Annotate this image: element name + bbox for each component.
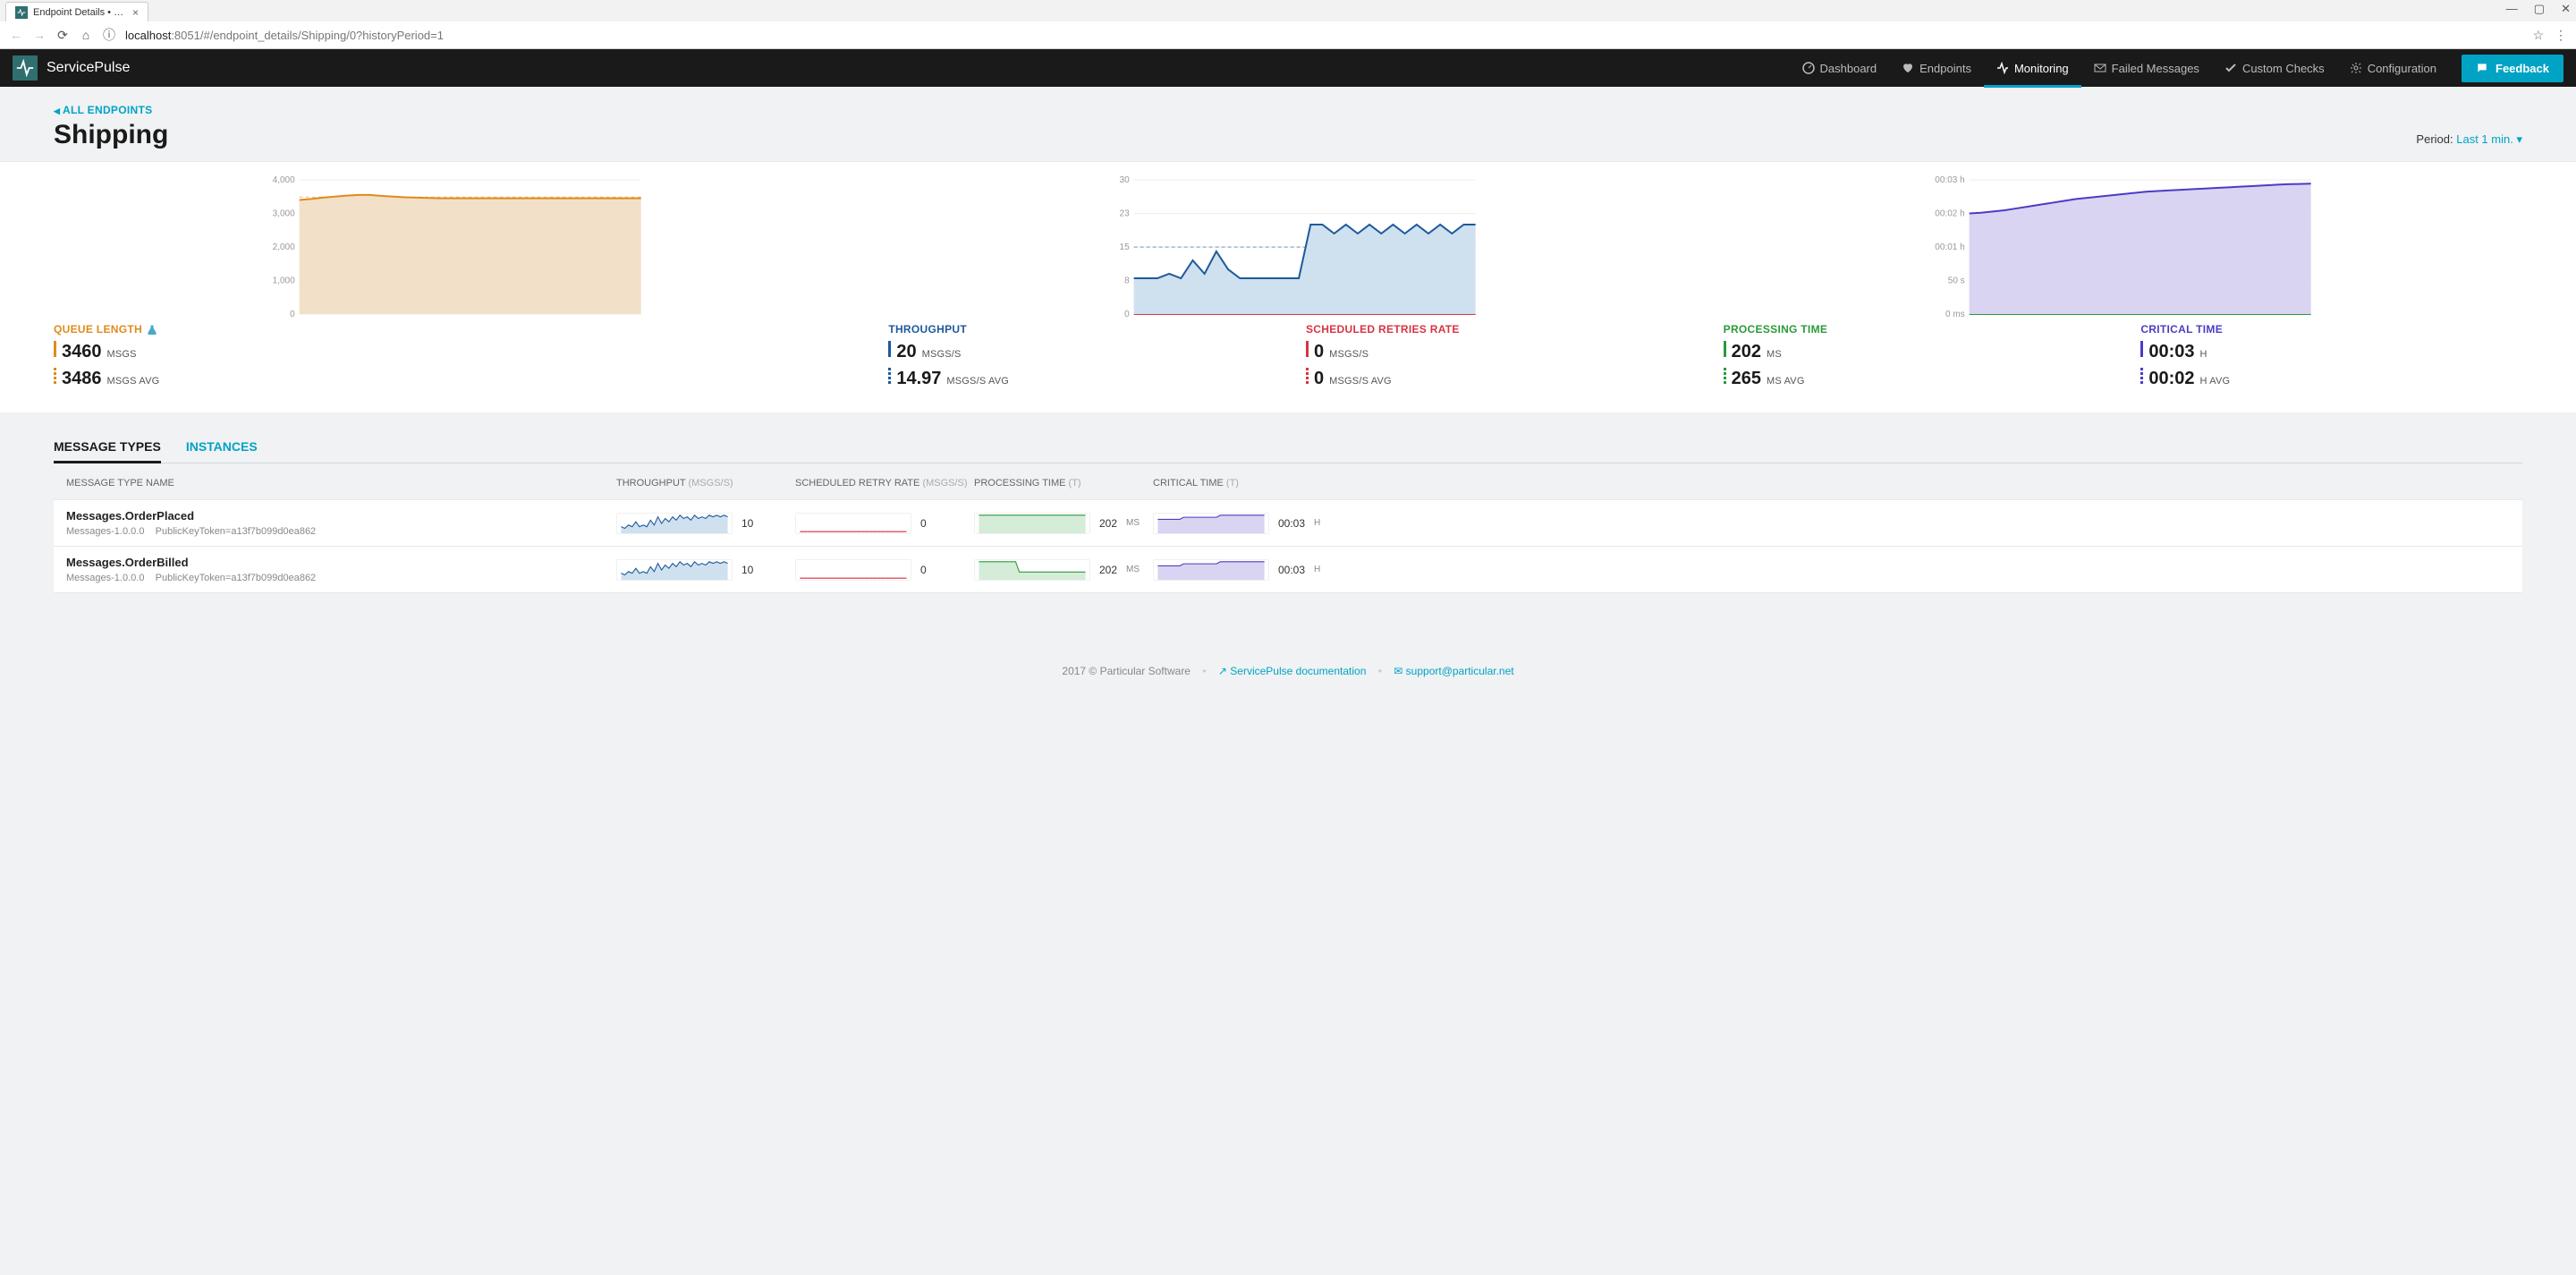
external-link-icon: ↗: [1218, 665, 1227, 677]
reload-icon[interactable]: ⟳: [55, 28, 70, 43]
svg-text:00:02 h: 00:02 h: [1935, 209, 1964, 219]
metric-queue-length: QUEUE LENGTH 3460MSGS 3486MSGS AVG: [54, 323, 852, 389]
comment-icon: [2476, 62, 2488, 74]
nav-item-configuration[interactable]: Configuration: [2337, 49, 2449, 87]
metric-throughput: THROUGHPUT 20MSGS/S 14.97MSGS/S AVG: [888, 323, 1270, 389]
cell-throughput: 10: [616, 513, 795, 534]
browser-chrome: — ▢ ✕ Endpoint Details • Servic × ← → ⟳ …: [0, 0, 2576, 49]
brand[interactable]: ServicePulse: [13, 55, 130, 81]
charts-section: 0 1,000 2,000 3,000 4,000 QUEUE LENGTH 3460M…: [0, 161, 2576, 412]
page-title: Shipping: [54, 120, 168, 150]
heart-icon: [1902, 62, 1914, 74]
tab-message-types[interactable]: MESSAGE TYPES: [54, 439, 161, 463]
menu-icon[interactable]: ⋮: [2555, 28, 2567, 43]
close-icon[interactable]: ✕: [2561, 2, 2571, 16]
svg-text:00:03 h: 00:03 h: [1935, 175, 1964, 185]
page-header: ALL ENDPOINTS Shipping Period: Last 1 mi…: [0, 87, 2576, 161]
metric-processing-time: PROCESSING TIME 202MS 265MS AVG: [1724, 323, 2106, 389]
gear-icon: [2350, 62, 2362, 74]
browser-addressbar: ← → ⟳ ⌂ ⓘ localhost:8051/#/endpoint_deta…: [0, 21, 2576, 48]
chevron-down-icon: ▾: [2516, 132, 2522, 146]
maximize-icon[interactable]: ▢: [2534, 2, 2545, 16]
svg-text:0 ms: 0 ms: [1945, 310, 1965, 319]
cell-processing: 202 MS: [974, 559, 1153, 581]
detail-section: MESSAGE TYPES INSTANCES MESSAGE TYPE NAM…: [0, 412, 2576, 629]
table-header: MESSAGE TYPE NAME THROUGHPUT (MSGS/S) SC…: [54, 463, 2522, 500]
footer: 2017 © Particular Software • ↗ ServicePu…: [0, 629, 2576, 695]
feedback-label: Feedback: [2496, 62, 2549, 75]
row-name: Messages.OrderBilled: [66, 556, 616, 569]
period-selector[interactable]: Period: Last 1 min. ▾: [2416, 132, 2522, 147]
nav-item-custom-checks[interactable]: Custom Checks: [2212, 49, 2337, 87]
tab-favicon: [15, 6, 28, 19]
app-header: ServicePulse DashboardEndpointsMonitorin…: [0, 49, 2576, 87]
star-icon[interactable]: ☆: [2532, 28, 2544, 43]
cell-critical: 00:03 H: [1153, 559, 1332, 581]
cell-retries: 0: [795, 513, 974, 534]
svg-text:2,000: 2,000: [273, 242, 295, 252]
cell-throughput: 10: [616, 559, 795, 581]
cell-retries: 0: [795, 559, 974, 581]
chart-throughput-retries: 08152330 THROUGHPUT 20MSGS/S 14.97MSGS/S…: [888, 180, 1687, 389]
svg-text:1,000: 1,000: [273, 276, 295, 286]
svg-text:00:01 h: 00:01 h: [1935, 242, 1964, 252]
chart-queue: 01,0002,0003,0004,000 QUEUE LENGTH 3460M…: [54, 180, 852, 389]
row-name: Messages.OrderPlaced: [66, 509, 616, 523]
tab-close-icon[interactable]: ×: [132, 6, 139, 19]
back-link[interactable]: ALL ENDPOINTS: [54, 104, 152, 116]
dashboard-icon: [1802, 62, 1815, 74]
chart-proc-crit: 0 ms50 s00:01 h00:02 h00:03 h PROCESSING…: [1724, 180, 2522, 389]
flask-icon: [147, 324, 157, 335]
mail-icon: [2094, 62, 2106, 74]
nav-item-failed-messages[interactable]: Failed Messages: [2081, 49, 2212, 87]
svg-text:15: 15: [1120, 242, 1131, 252]
doc-link[interactable]: ↗ ServicePulse documentation: [1218, 665, 1369, 677]
table-row[interactable]: Messages.OrderPlacedMessages-1.0.0.0 Pub…: [54, 500, 2522, 547]
minimize-icon[interactable]: —: [2506, 2, 2518, 16]
back-icon[interactable]: ←: [9, 28, 23, 42]
cell-critical: 00:03 H: [1153, 513, 1332, 534]
browser-tab[interactable]: Endpoint Details • Servic ×: [5, 2, 148, 21]
svg-text:23: 23: [1120, 209, 1131, 219]
cell-processing: 202 MS: [974, 513, 1153, 534]
brand-logo-icon: [13, 55, 38, 81]
svg-text:30: 30: [1120, 175, 1131, 185]
top-nav: DashboardEndpointsMonitoringFailed Messa…: [1790, 49, 2450, 87]
metric-retries: SCHEDULED RETRIES RATE 0MSGS/S 0MSGS/S A…: [1306, 323, 1688, 389]
url-input[interactable]: localhost:8051/#/endpoint_details/Shippi…: [125, 29, 2523, 42]
tab-title: Endpoint Details • Servic: [33, 7, 125, 18]
window-controls: — ▢ ✕: [2506, 2, 2571, 16]
metric-critical-time: CRITICAL TIME 00:03H 00:02H AVG: [2140, 323, 2522, 389]
pulse-icon: [1996, 62, 2009, 74]
info-icon[interactable]: ⓘ: [102, 26, 116, 44]
check-icon: [2224, 62, 2237, 74]
mail-icon: ✉: [1394, 665, 1402, 677]
table-row[interactable]: Messages.OrderBilledMessages-1.0.0.0 Pub…: [54, 547, 2522, 593]
feedback-button[interactable]: Feedback: [2462, 55, 2563, 82]
svg-text:0: 0: [1124, 310, 1130, 319]
detail-tabs: MESSAGE TYPES INSTANCES: [54, 439, 2522, 463]
forward-icon[interactable]: →: [32, 28, 47, 42]
brand-name: ServicePulse: [47, 60, 130, 76]
svg-text:0: 0: [290, 310, 295, 319]
svg-text:3,000: 3,000: [273, 209, 295, 219]
browser-tabstrip: Endpoint Details • Servic ×: [0, 0, 2576, 21]
nav-item-monitoring[interactable]: Monitoring: [1984, 49, 2081, 87]
svg-text:4,000: 4,000: [273, 175, 295, 185]
tab-instances[interactable]: INSTANCES: [186, 439, 258, 463]
nav-item-dashboard[interactable]: Dashboard: [1790, 49, 1890, 87]
nav-item-endpoints[interactable]: Endpoints: [1889, 49, 1984, 87]
svg-text:50 s: 50 s: [1947, 276, 1964, 286]
home-icon[interactable]: ⌂: [79, 28, 93, 42]
support-email-link[interactable]: ✉ support@particular.net: [1394, 665, 1513, 677]
svg-text:8: 8: [1124, 276, 1130, 286]
